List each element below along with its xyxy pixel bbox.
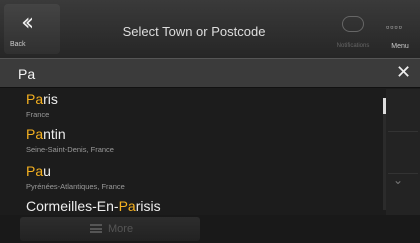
notifications-label: Notifications — [336, 43, 370, 49]
menu-icon: ▫▫▫▫ — [386, 22, 403, 32]
search-input[interactable]: Pa — [18, 66, 35, 82]
more-button[interactable]: More — [20, 217, 200, 241]
double-chevron-left-icon: ‹‹ — [21, 8, 34, 36]
list-icon — [90, 224, 102, 233]
result-subtitle: Pyrénées-Atlantiques, France — [26, 182, 125, 191]
back-button[interactable]: ‹‹ Back — [4, 4, 60, 54]
scroll-panel — [386, 89, 420, 215]
chevron-down-icon[interactable]: ⌄ — [393, 173, 403, 187]
result-name: Paris — [26, 91, 58, 107]
list-item[interactable]: Cormeilles-En-Parisis — [0, 198, 386, 215]
result-subtitle: France — [26, 110, 50, 119]
result-name: Pantin — [26, 126, 66, 142]
speech-bubble-icon — [342, 16, 364, 32]
clear-icon[interactable]: ✕ — [396, 62, 411, 83]
menu-label: Menu — [391, 43, 409, 50]
result-subtitle: Seine-Saint-Denis, France — [26, 145, 114, 154]
list-item[interactable]: Pantin Seine-Saint-Denis, France — [0, 126, 386, 158]
result-name: Cormeilles-En-Parisis — [26, 198, 161, 214]
notifications-button[interactable]: Notifications — [328, 4, 378, 54]
bottom-bar: More — [0, 215, 420, 243]
page-title: Select Town or Postcode — [122, 24, 266, 39]
results-list: Paris France Pantin Seine-Saint-Denis, F… — [0, 89, 386, 215]
divider — [388, 131, 418, 132]
more-label: More — [108, 223, 134, 235]
result-name: Pau — [26, 163, 51, 179]
menu-button[interactable]: ▫▫▫▫ Menu — [380, 4, 420, 54]
back-label: Back — [10, 41, 26, 48]
search-bar: Pa ✕ — [0, 58, 420, 88]
list-item[interactable]: Paris France — [0, 91, 386, 123]
top-bar: ‹‹ Back Select Town or Postcode Notifica… — [0, 0, 420, 58]
list-item[interactable]: Pau Pyrénées-Atlantiques, France — [0, 163, 386, 195]
